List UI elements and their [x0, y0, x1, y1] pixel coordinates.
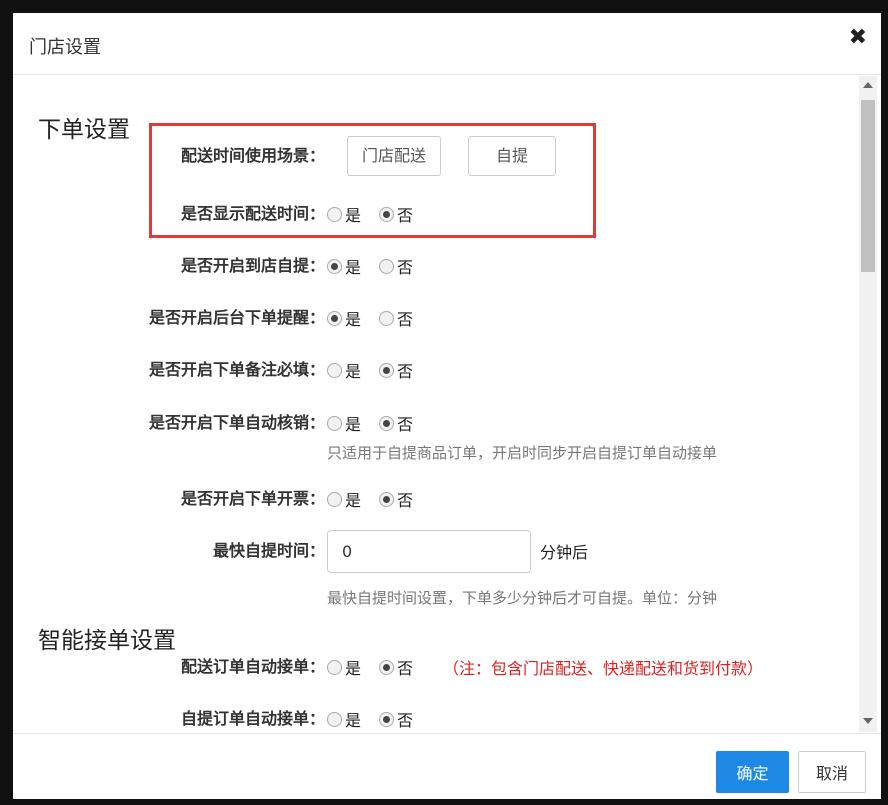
radio-on-icon: [379, 711, 395, 727]
radio-no[interactable]: 否: [379, 707, 413, 731]
store-settings-dialog: 门店设置 ✖ 下单设置 配送时间使用场景： 门店配送 自提 是否显示配送时间： …: [13, 13, 881, 799]
radio-no-label: 否: [397, 310, 414, 329]
radio-on-icon: [379, 206, 395, 222]
row-delivery-scene: 配送时间使用场景： 门店配送 自提: [13, 135, 853, 177]
scroll-down-arrow-icon[interactable]: [863, 718, 873, 724]
label-require-remark: 是否开启下单备注必填：: [148, 360, 325, 379]
close-icon[interactable]: ✖: [849, 27, 867, 49]
confirm-button[interactable]: 确定: [716, 751, 789, 793]
label-delivery-scene: 配送时间使用场景：: [180, 146, 325, 165]
radio-no-label: 否: [397, 206, 414, 225]
radio-yes-label: 是: [345, 258, 362, 277]
earliest-pickup-unit: 分钟后: [540, 543, 589, 562]
radio-no-label: 否: [397, 659, 414, 678]
radio-no[interactable]: 否: [379, 306, 413, 330]
radio-no-label: 否: [397, 362, 414, 381]
radio-on-icon: [327, 310, 342, 326]
radio-group-delivery-auto-accept: 是 否 （注：包含门店配送、快递配送和货到付款）: [327, 650, 763, 684]
radio-yes[interactable]: 是: [327, 411, 361, 435]
radio-yes[interactable]: 是: [327, 487, 361, 511]
row-delivery-auto-accept: 配送订单自动接单： 是 否 （注：包含门店配送、快递配送和货到付款）: [13, 650, 853, 684]
radio-on-icon: [379, 362, 395, 378]
radio-no[interactable]: 否: [379, 254, 413, 278]
option-pickup-button[interactable]: 自提: [468, 136, 557, 176]
radio-no[interactable]: 否: [379, 202, 413, 226]
label-backend-alert: 是否开启后台下单提醒：: [148, 308, 325, 327]
cancel-button[interactable]: 取消: [798, 751, 866, 793]
radio-on-icon: [379, 659, 395, 675]
radio-group-pickup-auto-accept: 是 否: [327, 702, 431, 732]
note-delivery-auto-accept: （注：包含门店配送、快递配送和货到付款）: [443, 659, 764, 678]
radio-on-icon: [327, 258, 342, 274]
row-earliest-pickup: 最快自提时间： 分钟后: [13, 529, 853, 573]
row-store-pickup: 是否开启到店自提： 是 否: [13, 249, 853, 283]
radio-yes-label: 是: [345, 362, 362, 381]
radio-group-backend-alert: 是 否: [327, 301, 431, 335]
radio-yes-label: 是: [345, 711, 362, 730]
radio-yes-label: 是: [345, 415, 362, 434]
radio-yes[interactable]: 是: [327, 254, 361, 278]
radio-yes[interactable]: 是: [327, 358, 361, 382]
hint-auto-verify: 只适用于自提商品订单，开启时同步开启自提订单自动接单: [327, 444, 718, 462]
radio-no-label: 否: [397, 415, 414, 434]
radio-no[interactable]: 否: [379, 487, 413, 511]
hint-earliest-pickup: 最快自提时间设置，下单多少分钟后才可自提。单位：分钟: [327, 589, 718, 607]
radio-off-icon: [327, 659, 342, 675]
vertical-scrollbar[interactable]: [859, 76, 877, 732]
row-backend-alert: 是否开启后台下单提醒： 是 否: [13, 301, 853, 335]
dialog-body[interactable]: 下单设置 配送时间使用场景： 门店配送 自提 是否显示配送时间： 是 否 是否开…: [13, 76, 881, 732]
label-auto-verify: 是否开启下单自动核销：: [148, 413, 325, 432]
radio-no-label: 否: [397, 491, 414, 510]
radio-yes[interactable]: 是: [327, 655, 361, 679]
dialog-header: 门店设置 ✖: [13, 13, 881, 75]
earliest-pickup-input[interactable]: [327, 529, 531, 573]
delivery-scene-options: 门店配送 自提: [347, 135, 583, 177]
radio-yes[interactable]: 是: [327, 707, 361, 731]
label-store-pickup: 是否开启到店自提：: [180, 256, 325, 275]
radio-off-icon: [327, 415, 342, 431]
row-pickup-auto-accept: 自提订单自动接单： 是 否: [13, 702, 853, 732]
radio-no[interactable]: 否: [379, 358, 413, 382]
radio-off-icon: [327, 362, 342, 378]
label-invoice: 是否开启下单开票：: [180, 489, 325, 508]
radio-no[interactable]: 否: [379, 655, 413, 679]
radio-no-label: 否: [397, 711, 414, 730]
radio-yes[interactable]: 是: [327, 202, 361, 226]
radio-yes-label: 是: [345, 310, 362, 329]
scroll-up-arrow-icon[interactable]: [863, 82, 873, 88]
label-earliest-pickup: 最快自提时间：: [212, 541, 325, 560]
radio-yes-label: 是: [345, 206, 362, 225]
radio-on-icon: [379, 415, 395, 431]
radio-group-auto-verify: 是 否: [327, 406, 431, 440]
scroll-thumb[interactable]: [861, 100, 875, 272]
radio-group-show-delivery-time: 是 否: [327, 197, 431, 231]
dialog-footer: 确定 取消: [13, 733, 881, 799]
radio-yes-label: 是: [345, 491, 362, 510]
radio-off-icon: [379, 258, 395, 274]
dialog-title: 门店设置: [29, 37, 101, 58]
label-show-delivery-time: 是否显示配送时间：: [180, 204, 325, 223]
radio-off-icon: [327, 711, 342, 727]
earliest-pickup-control: 分钟后: [327, 529, 588, 573]
radio-yes-label: 是: [345, 659, 362, 678]
row-auto-verify: 是否开启下单自动核销： 是 否: [13, 406, 853, 440]
row-show-delivery-time: 是否显示配送时间： 是 否: [13, 197, 853, 231]
radio-on-icon: [379, 491, 395, 507]
radio-group-invoice: 是 否: [327, 482, 431, 516]
label-pickup-auto-accept: 自提订单自动接单：: [180, 709, 325, 728]
radio-off-icon: [327, 206, 342, 222]
radio-group-require-remark: 是 否: [327, 353, 431, 387]
radio-no-label: 否: [397, 258, 414, 277]
row-require-remark: 是否开启下单备注必填： 是 否: [13, 353, 853, 387]
radio-yes[interactable]: 是: [327, 306, 361, 330]
radio-group-store-pickup: 是 否: [327, 249, 431, 283]
row-invoice: 是否开启下单开票： 是 否: [13, 482, 853, 516]
radio-off-icon: [379, 310, 395, 326]
label-delivery-auto-accept: 配送订单自动接单：: [180, 657, 325, 676]
radio-off-icon: [327, 491, 342, 507]
radio-no[interactable]: 否: [379, 411, 413, 435]
option-store-delivery-button[interactable]: 门店配送: [347, 136, 442, 176]
